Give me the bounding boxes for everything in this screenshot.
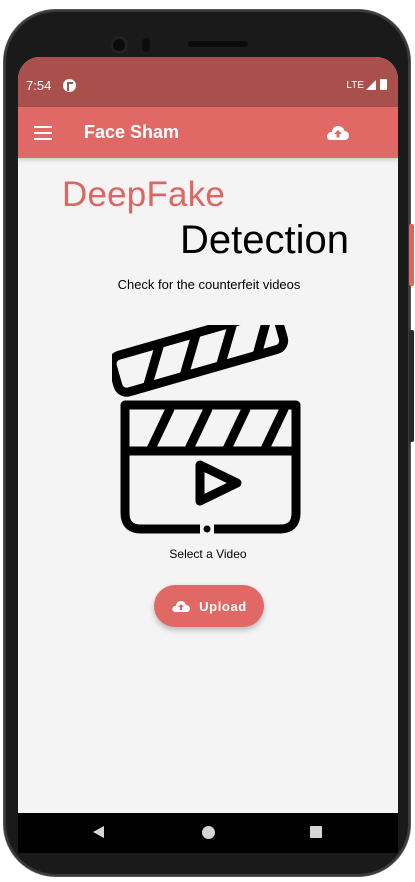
earpiece-speaker [188, 41, 248, 47]
home-icon[interactable] [202, 826, 215, 839]
subtitle-text: Check for the counterfeit videos [117, 277, 301, 292]
app-title: Face Sham [84, 122, 180, 142]
app-screen: 7:54 LTE Face Sham DeepFake Detection Ch… [18, 57, 398, 813]
cloud-upload-icon[interactable] [325, 122, 351, 144]
status-bar: 7:54 LTE [18, 57, 398, 107]
system-nav-bar [18, 813, 398, 853]
signal-icon [366, 80, 376, 90]
upload-button-label: Upload [199, 598, 247, 614]
clapperboard-play-icon [107, 308, 302, 539]
power-button [409, 224, 414, 286]
recents-icon[interactable] [310, 826, 322, 838]
front-camera [110, 36, 128, 54]
proximity-sensor [142, 38, 150, 52]
select-video-label: Select a Video [169, 547, 247, 561]
title-detection: Detection [180, 218, 349, 262]
app-bar: Face Sham [18, 107, 398, 158]
upload-button[interactable]: Upload [154, 585, 264, 627]
volume-button [409, 330, 414, 442]
hamburger-menu-icon[interactable] [34, 126, 52, 140]
status-time: 7:54 [26, 78, 52, 93]
cloud-upload-icon [172, 601, 191, 612]
back-icon[interactable] [93, 826, 104, 838]
network-type: LTE [346, 80, 364, 91]
title-deepfake: DeepFake [62, 175, 226, 214]
notification-icon [63, 79, 76, 92]
battery-icon [380, 79, 387, 90]
